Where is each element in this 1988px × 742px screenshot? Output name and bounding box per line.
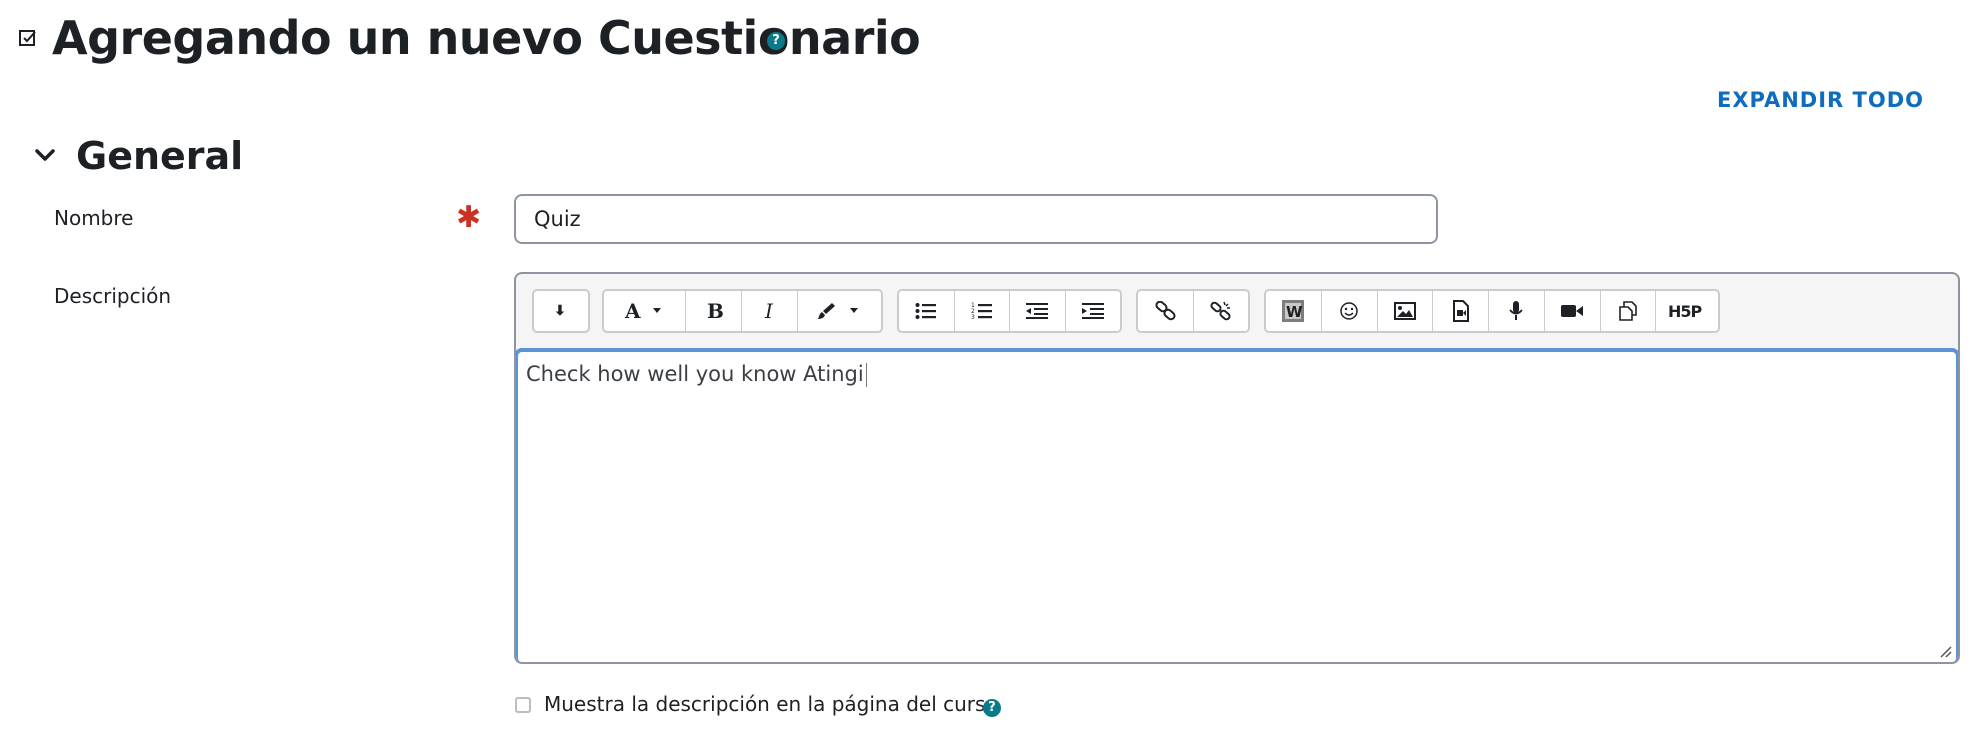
link-icon: [1154, 301, 1176, 321]
media-button[interactable]: [1433, 291, 1489, 331]
show-more-button[interactable]: [534, 291, 588, 331]
description-text: Check how well you know Atingi: [526, 362, 864, 386]
chevron-down-icon[interactable]: [32, 142, 58, 168]
unordered-list-button[interactable]: [899, 291, 955, 331]
name-input[interactable]: [514, 194, 1438, 244]
unordered-list-icon: [915, 303, 937, 319]
unlink-icon: [1210, 301, 1231, 321]
unlink-button[interactable]: [1194, 291, 1248, 331]
ordered-list-button[interactable]: 1 2 3: [955, 291, 1010, 331]
required-icon: ✱: [456, 200, 482, 235]
section-title-general[interactable]: General: [76, 128, 243, 184]
font-style-icon: A: [624, 301, 661, 321]
h5p-icon: H5P: [1668, 302, 1704, 321]
manage-files-icon: [1619, 301, 1637, 321]
svg-text:W: W: [1286, 303, 1303, 321]
checkbox-checked-icon: [19, 30, 36, 46]
manage-files-button[interactable]: [1601, 291, 1657, 331]
toolbar-group-style: A B I: [602, 289, 883, 333]
toolbar-group-insert: W H5P: [1264, 289, 1720, 333]
record-audio-icon: [1509, 301, 1524, 320]
paintbrush-icon: [817, 303, 858, 319]
record-video-icon: [1561, 305, 1584, 317]
expand-all-link[interactable]: EXPANDIR TODO: [1717, 88, 1924, 112]
italic-icon: I: [764, 301, 774, 321]
word-import-icon: W: [1282, 300, 1305, 322]
record-video-button[interactable]: [1545, 291, 1601, 331]
toolbar-group-links: [1136, 289, 1250, 333]
help-icon[interactable]: ?: [983, 699, 1001, 717]
media-icon: [1452, 300, 1469, 322]
svg-text:H5P: H5P: [1668, 302, 1703, 321]
svg-text:3: 3: [971, 314, 975, 321]
page-title: Agregando un nuevo Cuestionario: [52, 11, 921, 65]
toolbar-group-lists: 1 2 3: [897, 289, 1122, 333]
toolbar-group-collapse: [532, 289, 590, 333]
emoji-button[interactable]: [1322, 291, 1378, 331]
image-button[interactable]: [1378, 291, 1434, 331]
bold-icon: B: [707, 301, 724, 321]
svg-text:B: B: [707, 301, 724, 321]
outdent-icon: [1026, 303, 1049, 319]
bold-button[interactable]: B: [686, 291, 742, 331]
help-icon[interactable]: ?: [767, 32, 785, 50]
description-label: Descripción: [54, 284, 172, 308]
resize-handle-icon[interactable]: [1938, 644, 1952, 658]
show-description-checkbox[interactable]: [515, 697, 531, 713]
name-label: Nombre: [54, 206, 134, 230]
record-audio-button[interactable]: [1489, 291, 1545, 331]
description-editor: A B I 1 2 3 W H5P Check how well you kno…: [514, 272, 1960, 664]
show-more-icon: [555, 304, 565, 316]
description-textarea[interactable]: Check how well you know Atingi: [516, 348, 1958, 662]
svg-text:I: I: [764, 301, 774, 321]
editor-toolbar: A B I 1 2 3 W H5P: [516, 274, 1958, 350]
emoji-icon: [1340, 302, 1358, 320]
ordered-list-icon: 1 2 3: [971, 302, 992, 321]
italic-button[interactable]: I: [742, 291, 798, 331]
indent-icon: [1081, 303, 1104, 319]
word-import-button[interactable]: W: [1266, 291, 1322, 331]
outdent-button[interactable]: [1010, 291, 1066, 331]
font-style-button[interactable]: A: [604, 291, 686, 331]
h5p-button[interactable]: H5P: [1656, 291, 1718, 331]
image-icon: [1393, 302, 1416, 320]
show-description-label[interactable]: Muestra la descripción en la página del …: [544, 692, 998, 716]
link-button[interactable]: [1138, 291, 1194, 331]
svg-text:A: A: [624, 301, 641, 321]
indent-button[interactable]: [1066, 291, 1121, 331]
paintbrush-button[interactable]: [798, 291, 881, 331]
text-caret: [865, 363, 867, 387]
